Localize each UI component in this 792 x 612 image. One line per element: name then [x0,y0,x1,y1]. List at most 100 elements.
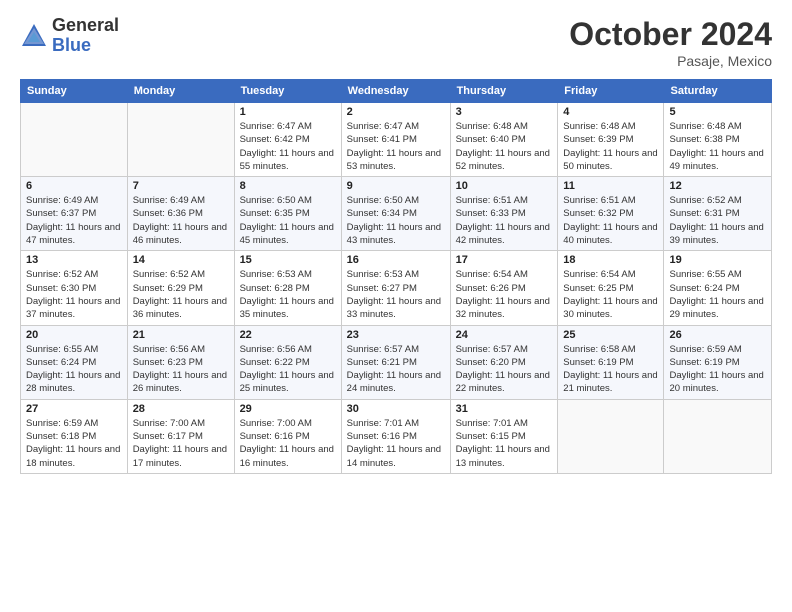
calendar-cell: 7Sunrise: 6:49 AM Sunset: 6:36 PM Daylig… [127,177,234,251]
calendar-cell: 27 Sunrise: 6:59 AM Sunset: 6:18 PM Dayli… [21,399,128,473]
calendar-cell: 28Sunrise: 7:00 AM Sunset: 6:17 PM Dayli… [127,399,234,473]
header-friday: Friday [558,80,664,103]
calendar-cell: 29Sunrise: 7:00 AM Sunset: 6:16 PM Dayli… [234,399,341,473]
calendar-cell: 30 Sunrise: 7:01 AM Sunset: 6:16 PM Dayli… [341,399,450,473]
day-info: Sunrise: 6:48 AM Sunset: 6:39 PM Dayligh… [563,120,658,173]
calendar-cell: 26Sunrise: 6:59 AM Sunset: 6:19 PM Dayli… [664,325,772,399]
logo-text: General Blue [52,16,119,56]
calendar-cell: 22 Sunrise: 6:56 AM Sunset: 6:22 PM Dayli… [234,325,341,399]
day-number: 12 [669,180,766,192]
day-number: 22 [240,329,336,341]
day-number: 14 [133,254,229,266]
calendar-week-4: 20 Sunrise: 6:55 AM Sunset: 6:24 PM Dayli… [21,325,772,399]
day-number: 16 [347,254,445,266]
page: General Blue October 2024 Pasaje, Mexico… [0,0,792,612]
day-info: Sunrise: 6:52 AM Sunset: 6:29 PM Dayligh… [133,268,229,321]
day-number: 17 [456,254,553,266]
calendar-cell: 11Sunrise: 6:51 AM Sunset: 6:32 PM Dayli… [558,177,664,251]
calendar-week-5: 27 Sunrise: 6:59 AM Sunset: 6:18 PM Dayli… [21,399,772,473]
calendar-cell: 24Sunrise: 6:57 AM Sunset: 6:20 PM Dayli… [450,325,558,399]
logo-general: General [52,16,119,36]
calendar-cell: 20 Sunrise: 6:55 AM Sunset: 6:24 PM Dayli… [21,325,128,399]
logo-icon [20,22,48,50]
day-number: 2 [347,106,445,118]
calendar-cell: 9Sunrise: 6:50 AM Sunset: 6:34 PM Daylig… [341,177,450,251]
calendar-cell: 12 Sunrise: 6:52 AM Sunset: 6:31 PM Dayli… [664,177,772,251]
day-info: Sunrise: 6:54 AM Sunset: 6:25 PM Dayligh… [563,268,658,321]
calendar-cell: 13Sunrise: 6:52 AM Sunset: 6:30 PM Dayli… [21,251,128,325]
calendar-week-1: 1 Sunrise: 6:47 AM Sunset: 6:42 PM Daylig… [21,103,772,177]
day-info: Sunrise: 6:59 AM Sunset: 6:19 PM Dayligh… [669,343,766,396]
calendar-cell: 10Sunrise: 6:51 AM Sunset: 6:33 PM Dayli… [450,177,558,251]
calendar-cell: 6 Sunrise: 6:49 AM Sunset: 6:37 PM Daylig… [21,177,128,251]
day-info: Sunrise: 7:00 AM Sunset: 6:17 PM Dayligh… [133,417,229,470]
calendar-cell: 23 Sunrise: 6:57 AM Sunset: 6:21 PM Dayli… [341,325,450,399]
calendar-header-row: Sunday Monday Tuesday Wednesday Thursday… [21,80,772,103]
calendar-cell: 31 Sunrise: 7:01 AM Sunset: 6:15 PM Dayli… [450,399,558,473]
day-info: Sunrise: 7:00 AM Sunset: 6:16 PM Dayligh… [240,417,336,470]
calendar-cell [21,103,128,177]
calendar-cell: 3Sunrise: 6:48 AM Sunset: 6:40 PM Daylig… [450,103,558,177]
day-info: Sunrise: 6:51 AM Sunset: 6:33 PM Dayligh… [456,194,553,247]
day-info: Sunrise: 7:01 AM Sunset: 6:15 PM Dayligh… [456,417,553,470]
header-monday: Monday [127,80,234,103]
day-info: Sunrise: 6:47 AM Sunset: 6:41 PM Dayligh… [347,120,445,173]
day-info: Sunrise: 6:52 AM Sunset: 6:30 PM Dayligh… [26,268,122,321]
day-number: 24 [456,329,553,341]
day-number: 21 [133,329,229,341]
day-number: 3 [456,106,553,118]
day-info: Sunrise: 6:53 AM Sunset: 6:27 PM Dayligh… [347,268,445,321]
day-info: Sunrise: 6:57 AM Sunset: 6:21 PM Dayligh… [347,343,445,396]
day-info: Sunrise: 6:49 AM Sunset: 6:37 PM Dayligh… [26,194,122,247]
day-number: 9 [347,180,445,192]
day-info: Sunrise: 6:56 AM Sunset: 6:22 PM Dayligh… [240,343,336,396]
calendar-cell: 16 Sunrise: 6:53 AM Sunset: 6:27 PM Dayli… [341,251,450,325]
calendar: Sunday Monday Tuesday Wednesday Thursday… [20,79,772,474]
day-number: 25 [563,329,658,341]
header-thursday: Thursday [450,80,558,103]
day-number: 31 [456,403,553,415]
calendar-cell: 5 Sunrise: 6:48 AM Sunset: 6:38 PM Daylig… [664,103,772,177]
day-number: 23 [347,329,445,341]
calendar-cell: 2 Sunrise: 6:47 AM Sunset: 6:41 PM Daylig… [341,103,450,177]
calendar-cell: 18 Sunrise: 6:54 AM Sunset: 6:25 PM Dayli… [558,251,664,325]
header-sunday: Sunday [21,80,128,103]
location: Pasaje, Mexico [569,53,772,69]
day-info: Sunrise: 6:54 AM Sunset: 6:26 PM Dayligh… [456,268,553,321]
day-number: 5 [669,106,766,118]
day-info: Sunrise: 6:58 AM Sunset: 6:19 PM Dayligh… [563,343,658,396]
day-info: Sunrise: 7:01 AM Sunset: 6:16 PM Dayligh… [347,417,445,470]
logo-blue: Blue [52,36,119,56]
day-info: Sunrise: 6:49 AM Sunset: 6:36 PM Dayligh… [133,194,229,247]
calendar-cell: 17 Sunrise: 6:54 AM Sunset: 6:26 PM Dayli… [450,251,558,325]
day-info: Sunrise: 6:52 AM Sunset: 6:31 PM Dayligh… [669,194,766,247]
calendar-cell: 8Sunrise: 6:50 AM Sunset: 6:35 PM Daylig… [234,177,341,251]
day-number: 15 [240,254,336,266]
day-number: 18 [563,254,658,266]
day-info: Sunrise: 6:55 AM Sunset: 6:24 PM Dayligh… [26,343,122,396]
calendar-cell: 21 Sunrise: 6:56 AM Sunset: 6:23 PM Dayli… [127,325,234,399]
calendar-cell: 1 Sunrise: 6:47 AM Sunset: 6:42 PM Daylig… [234,103,341,177]
day-number: 1 [240,106,336,118]
day-info: Sunrise: 6:55 AM Sunset: 6:24 PM Dayligh… [669,268,766,321]
day-number: 6 [26,180,122,192]
day-info: Sunrise: 6:48 AM Sunset: 6:38 PM Dayligh… [669,120,766,173]
day-number: 4 [563,106,658,118]
day-info: Sunrise: 6:59 AM Sunset: 6:18 PM Dayligh… [26,417,122,470]
calendar-cell: 19Sunrise: 6:55 AM Sunset: 6:24 PM Dayli… [664,251,772,325]
calendar-cell [664,399,772,473]
day-info: Sunrise: 6:56 AM Sunset: 6:23 PM Dayligh… [133,343,229,396]
header-tuesday: Tuesday [234,80,341,103]
day-number: 11 [563,180,658,192]
calendar-week-2: 6 Sunrise: 6:49 AM Sunset: 6:37 PM Daylig… [21,177,772,251]
header-wednesday: Wednesday [341,80,450,103]
day-number: 27 [26,403,122,415]
day-info: Sunrise: 6:47 AM Sunset: 6:42 PM Dayligh… [240,120,336,173]
calendar-cell [127,103,234,177]
calendar-week-3: 13Sunrise: 6:52 AM Sunset: 6:30 PM Dayli… [21,251,772,325]
logo: General Blue [20,16,119,56]
day-number: 20 [26,329,122,341]
calendar-cell: 4 Sunrise: 6:48 AM Sunset: 6:39 PM Daylig… [558,103,664,177]
calendar-cell: 15Sunrise: 6:53 AM Sunset: 6:28 PM Dayli… [234,251,341,325]
day-number: 30 [347,403,445,415]
